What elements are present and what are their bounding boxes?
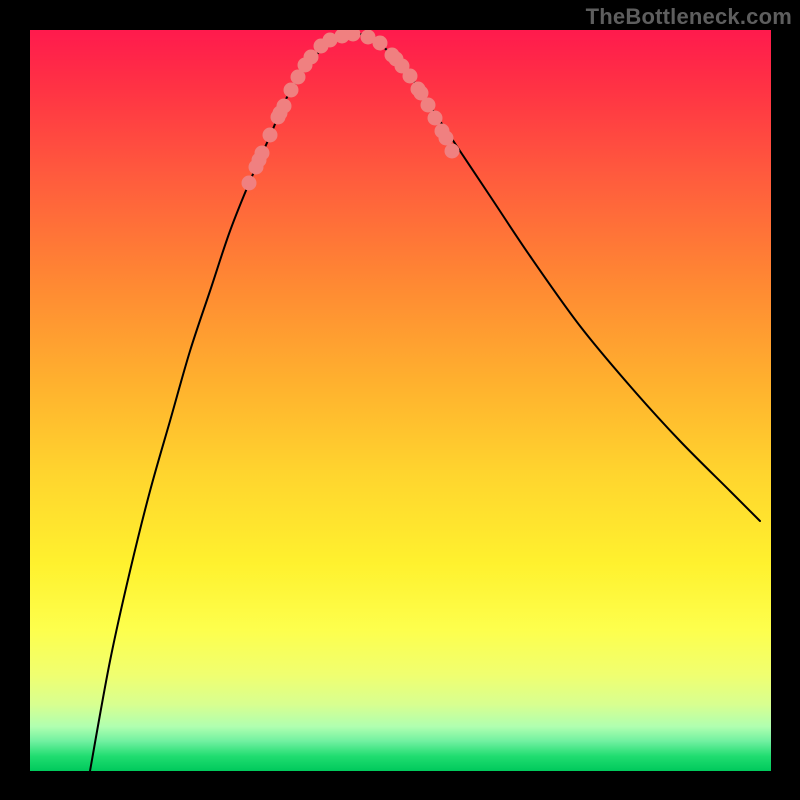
chart-plot-area [30,30,771,771]
dot [421,98,436,113]
bottleneck-curve [90,34,760,771]
dot [428,111,443,126]
dot [373,36,388,51]
dot [403,69,418,84]
dot-cluster [242,30,460,191]
dot [263,128,278,143]
dot [445,144,460,159]
dot [284,83,299,98]
dot [439,131,454,146]
dot [242,176,257,191]
watermark-text: TheBottleneck.com [586,4,792,30]
dot [255,146,270,161]
chart-svg [30,30,771,771]
dot [277,99,292,114]
